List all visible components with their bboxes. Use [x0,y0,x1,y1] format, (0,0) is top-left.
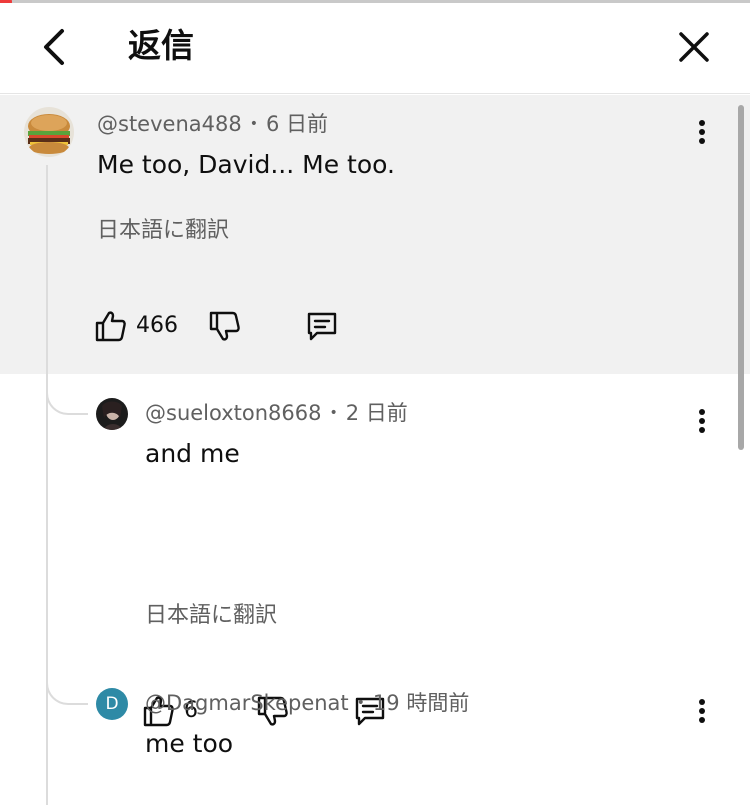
comment-reply: @sueloxton8668 • 2 日前 and me 日本語に翻訳 6 [0,374,750,727]
letter-avatar[interactable]: D [96,688,128,720]
close-button[interactable] [670,23,718,71]
more-options-button[interactable] [690,400,714,440]
replies-header: 返信 [0,3,750,94]
more-vert-icon [699,699,705,723]
comment-time[interactable]: 19 時間前 [373,691,469,715]
page-title: 返信 [128,26,194,65]
comment-meta: @stevena488 • 6 日前 [97,110,328,138]
author-handle[interactable]: @DagmarSkepenat [145,691,349,715]
author-handle[interactable]: @stevena488 [97,112,242,136]
photo-avatar[interactable] [96,398,128,430]
more-vert-icon [699,409,705,433]
comment-text: and me [145,439,240,468]
translate-button[interactable]: 日本語に翻訳 [97,216,229,246]
burger-avatar[interactable] [24,107,74,157]
reply-button[interactable] [304,306,340,346]
more-options-button[interactable] [690,690,714,730]
comment-time[interactable]: 2 日前 [346,401,408,425]
comment-meta: @DagmarSkepenat • 19 時間前 [145,689,469,717]
comment-text: me too [145,729,234,758]
comment-meta: @sueloxton8668 • 2 日前 [145,399,408,427]
dislike-button[interactable] [208,306,242,346]
like-count: 466 [136,313,178,338]
comment-text: Me too, David... Me too. [97,150,395,179]
comment-time[interactable]: 6 日前 [266,112,328,136]
more-vert-icon [699,120,705,144]
reply-thread: @stevena488 • 6 日前 Me too, David... Me too… [0,95,750,805]
back-button[interactable] [30,23,78,71]
like-button[interactable]: 466 [94,306,178,346]
thumbs-down-icon [209,311,240,341]
more-options-button[interactable] [690,111,714,151]
avatar-letter: D [105,694,119,714]
comment-icon [307,312,337,341]
comment-actions: 466 [94,306,394,346]
comment-parent: @stevena488 • 6 日前 Me too, David... Me too… [0,95,750,374]
thumbs-up-icon [95,311,126,342]
meta-separator: • [356,695,365,711]
translate-button[interactable]: 日本語に翻訳 [145,601,277,631]
scrollbar[interactable] [738,105,744,450]
comment-reply: D @DagmarSkepenat • 19 時間前 me too [0,664,750,785]
meta-separator: • [249,116,258,132]
author-handle[interactable]: @sueloxton8668 [145,401,321,425]
chevron-left-icon [44,29,64,65]
close-icon [679,32,709,62]
meta-separator: • [329,405,338,421]
